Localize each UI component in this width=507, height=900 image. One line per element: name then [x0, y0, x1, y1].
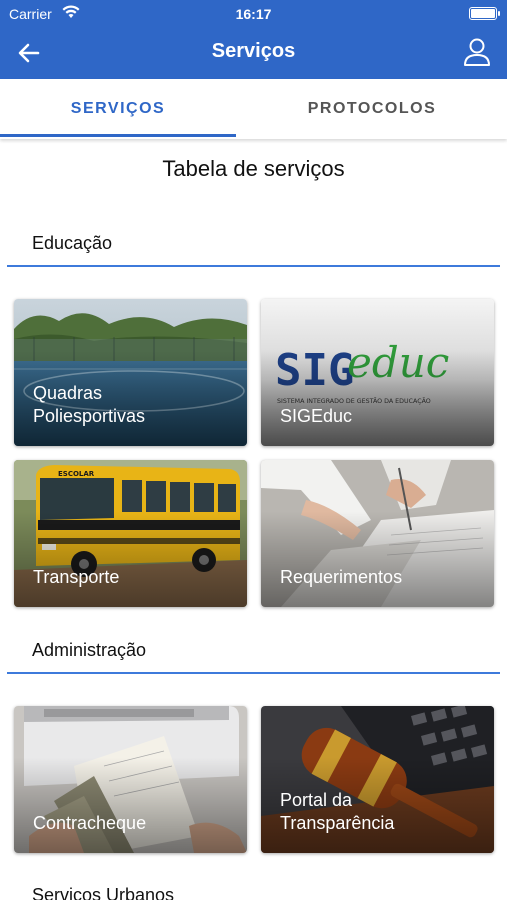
card-sigeduc[interactable]: SIG educ SISTEMA INTEGRADO DE GESTÃO DA … [261, 299, 494, 446]
card-transporte[interactable]: ESCOLAR Transporte [14, 460, 247, 607]
card-label: SIGEduc [280, 406, 353, 426]
app-header: Carrier 16:17 Serviços [0, 0, 507, 79]
tab-servicos[interactable]: SERVIÇOS [0, 79, 236, 139]
tab-protocolos[interactable]: PROTOCOLOS [254, 79, 490, 139]
profile-button[interactable] [461, 36, 493, 68]
status-bar: Carrier 16:17 [0, 0, 507, 28]
card-portal-transparencia[interactable]: Portal da Transparência [261, 706, 494, 853]
card-label: Portal da Transparência [280, 790, 395, 833]
card-contracheque[interactable]: Contracheque [14, 706, 247, 853]
page-title: Serviços [211, 40, 296, 62]
card-label: Quadras Poliesportivas [33, 383, 146, 426]
tab-bar: SERVIÇOS PROTOCOLOS [0, 79, 507, 139]
card-label: Requerimentos [280, 567, 403, 587]
card-quadras-poliesportivas[interactable]: Quadras Poliesportivas [14, 299, 247, 446]
card-requerimentos[interactable]: Requerimentos [261, 460, 494, 607]
section-title-administracao: Administração [32, 640, 147, 660]
battery-icon [469, 7, 500, 20]
section-divider [7, 265, 500, 267]
user-icon [464, 38, 490, 66]
clock: 16:17 [235, 6, 272, 22]
card-label: Transporte [33, 567, 120, 587]
section-divider [7, 672, 500, 674]
card-label: Contracheque [33, 813, 147, 833]
section-title-servicos-urbanos: Serviços Urbanos [32, 885, 175, 900]
active-tab-indicator [0, 134, 236, 137]
section-title-educacao: Educação [32, 233, 113, 253]
services-table-heading: Tabela de serviços [162, 156, 345, 181]
